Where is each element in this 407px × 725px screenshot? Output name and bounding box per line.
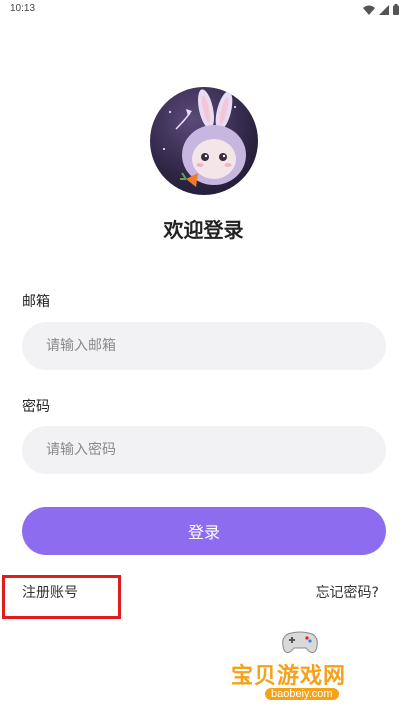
status-time: 10:13: [10, 3, 36, 14]
bunny-avatar-image: [163, 89, 246, 187]
password-field-container[interactable]: [22, 426, 386, 474]
watermark: 宝贝游戏网 baobeiy.com: [225, 630, 380, 722]
password-field[interactable]: [44, 441, 364, 459]
register-link[interactable]: 注册账号: [22, 582, 78, 602]
battery-icon: [393, 4, 399, 15]
wifi-icon: [363, 5, 375, 15]
email-field-container[interactable]: [22, 322, 386, 370]
page-title: 欢迎登录: [163, 218, 244, 242]
forgot-password-link[interactable]: 忘记密码?: [316, 582, 379, 602]
email-field[interactable]: [44, 337, 364, 355]
login-button[interactable]: 登录: [22, 507, 386, 555]
status-icons: [363, 4, 399, 15]
watermark-brand: 宝贝游戏网: [231, 664, 347, 689]
gamepad-icon: [282, 631, 318, 654]
status-bar: 10:13: [0, 0, 407, 20]
email-label: 邮箱: [22, 294, 50, 310]
signal-icon: [379, 4, 389, 15]
password-label: 密码: [22, 399, 50, 415]
watermark-url: baobeiy.com: [265, 688, 339, 700]
login-screen: 10:13 欢迎登录 邮箱 请输入邮箱 密码 登录 注册账号 忘记密码? 宝贝游…: [0, 0, 407, 725]
avatar: [150, 87, 258, 195]
